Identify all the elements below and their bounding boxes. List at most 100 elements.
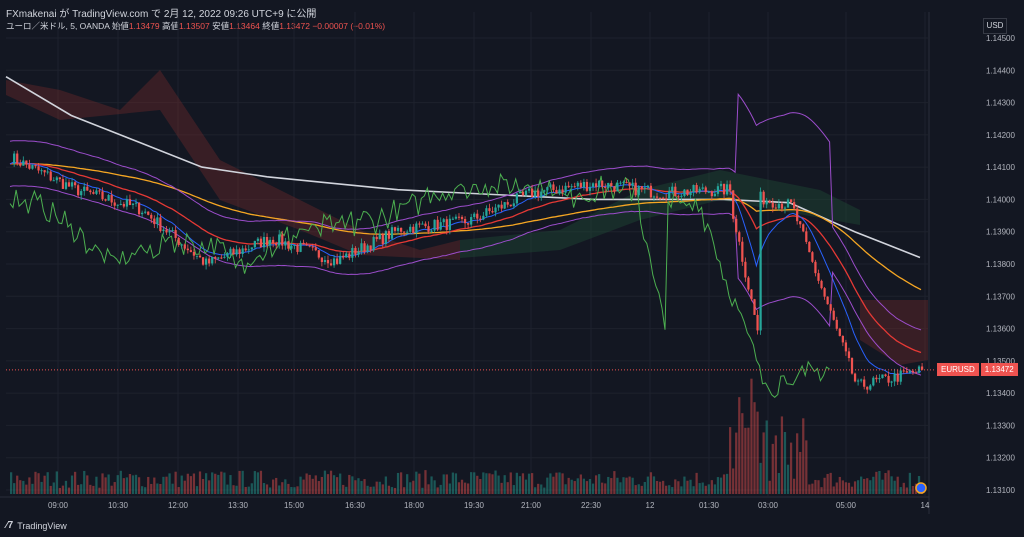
volume-bar [329,470,333,494]
volume-bar [226,484,229,494]
candle-body [869,385,872,390]
candle-body [208,258,211,264]
volume-bar [156,483,159,494]
volume-bar [503,475,506,494]
indicator-lines [5,76,922,398]
volume-bar [869,480,872,494]
volume-bar [305,473,308,494]
volume-bar [418,473,421,494]
candle-body [744,261,747,278]
candle-body [95,190,98,194]
candle-body [853,373,857,382]
candle-body [601,180,604,187]
candle-body [83,186,86,192]
candle-body [719,183,723,187]
candle-body [463,219,467,224]
volume-bar [137,477,141,494]
candle-body [290,245,293,249]
candle-body [192,251,196,256]
candle-body [375,236,378,240]
volume-bar [668,485,671,494]
volume-bar [141,486,144,494]
volume-bar [403,487,406,494]
candle-body [671,186,674,192]
price-label: 1.14400 [986,66,1015,75]
candle-body [588,186,592,191]
volume-bar [22,480,25,494]
volume-bar [345,486,348,494]
candle-body [223,256,226,258]
volume-bar [701,482,704,494]
candle-body [235,249,238,255]
candle-body [399,227,403,232]
currency-label[interactable]: USD [983,18,1007,34]
price-axis[interactable]: 1.14500 1.14400 1.14300 1.14200 1.14100 1.140… [986,34,1015,495]
candle-body [390,227,394,239]
candle-body [262,236,266,248]
candle-body [122,203,125,207]
candle-body [457,216,461,218]
candle-body [162,229,165,232]
candle-body [168,230,171,233]
candle-body [421,223,424,225]
volume-bar [655,480,659,494]
candle-body [878,378,881,380]
volume-bar [378,481,381,494]
candle-body [278,234,281,246]
volume-bar [677,481,680,494]
price-chart[interactable]: 1.14500 1.14400 1.14300 1.14200 1.14100 1.140… [0,0,1024,537]
volume-bar [37,473,40,494]
volume-bar [180,475,183,494]
time-axis[interactable]: 09:00 10:30 12:00 13:30 15:00 16:30 18:00 19:30… [48,501,930,510]
volume-bar [211,472,214,494]
volume-bar [491,474,494,494]
candle-body [658,197,662,199]
brand[interactable]: ⁄7 TradingView [6,520,67,531]
volume-bar [214,473,217,494]
volume-bar [878,470,881,494]
price-label: 1.14500 [986,34,1015,43]
candle-body [872,377,875,386]
volume-bar [762,432,765,494]
volume-bar [131,475,135,494]
volume-bar [284,479,287,494]
volume-bar [339,473,342,494]
candle-body [476,213,479,219]
price-label: 1.13800 [986,260,1015,269]
volume-bar [104,477,107,494]
volume-bar [576,478,579,494]
candle-body [299,242,302,252]
candle-body [570,186,573,188]
volume-bar [189,476,192,494]
volume-bar [789,442,793,494]
volume-bar [293,487,296,494]
volume-bar [317,481,320,494]
volume-bar [470,472,473,494]
volume-bar [296,486,299,494]
volume-bar [384,476,387,494]
volume-bar [204,473,208,494]
volume-bar [463,482,467,494]
candle-body [147,211,150,215]
volume-bar [83,470,86,494]
volume-bar [192,473,196,494]
volume-bar [476,475,479,494]
volume-bar [128,474,132,494]
candle-body [98,190,101,192]
candle-body [424,223,427,227]
ichimoku-cloud [6,70,928,365]
volume-bar [646,476,649,494]
candle-body [89,190,92,193]
volume-bar [802,418,805,494]
candle-body [393,227,397,231]
candle-body [546,187,549,191]
time-label: 15:00 [284,501,305,510]
candle-body [506,202,509,205]
volume-bar [147,476,150,494]
volume-bar [439,484,442,494]
candle-body [686,189,689,196]
volume-bar [28,477,31,494]
volume-bar [543,487,546,494]
volume-bar [387,485,391,494]
candle-body [838,328,841,336]
